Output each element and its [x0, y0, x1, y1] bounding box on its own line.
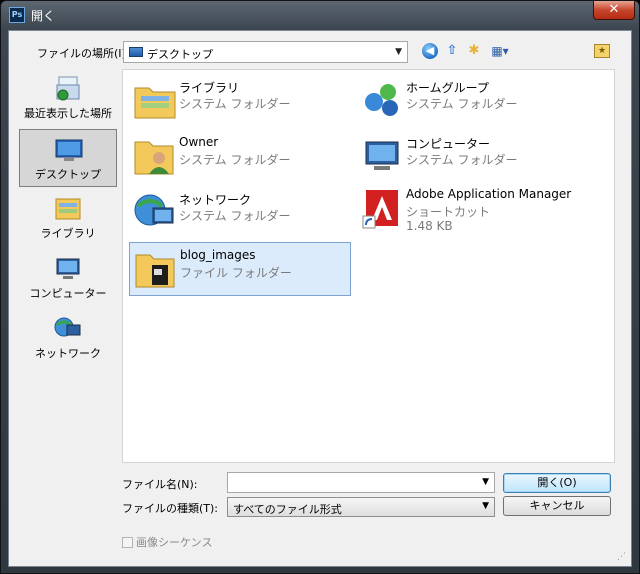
- photoshop-app-icon: Ps: [9, 7, 25, 23]
- computer-icon: [365, 141, 399, 170]
- up-folder-icon[interactable]: ⇧: [443, 42, 461, 60]
- file-name-label: ファイル名(N):: [122, 478, 198, 491]
- chevron-down-icon: ▼: [482, 501, 489, 511]
- file-item-homegroup[interactable]: ホームグループ システム フォルダー: [356, 74, 578, 128]
- file-list[interactable]: ライブラリ システム フォルダー ホームグループ システム フォルダー Owne…: [122, 69, 615, 463]
- dialog-client-area: ファイルの場所(I): デスクトップ ▼ ◀ ⇧ ✱ ▦▾ ★ 最近表示した場所: [8, 30, 632, 567]
- place-libraries[interactable]: ライブラリ: [19, 189, 117, 247]
- image-sequence-label: 画像シーケンス: [136, 536, 213, 549]
- file-type-label: ファイルの種類(T):: [122, 502, 219, 515]
- folder-star-icon[interactable]: ★: [594, 44, 610, 58]
- places-bar: 最近表示した場所 デスクトップ ライブラリ コンピューター ネットワーク: [19, 69, 117, 507]
- open-button[interactable]: 開く(O): [503, 473, 611, 493]
- network-icon: [134, 194, 174, 226]
- resize-grip-icon[interactable]: ⋰: [617, 552, 629, 564]
- network-icon: [54, 317, 81, 337]
- computer-icon: [56, 258, 80, 279]
- recent-places-icon: [56, 76, 80, 101]
- window-title: 開く: [31, 9, 56, 23]
- image-sequence-option[interactable]: 画像シーケンス: [122, 534, 212, 550]
- desktop-icon: [129, 47, 143, 57]
- place-network[interactable]: ネットワーク: [19, 309, 117, 367]
- adobe-shortcut-icon: [362, 190, 398, 229]
- chevron-down-icon: ▼: [395, 47, 402, 57]
- file-name-input[interactable]: ▼: [227, 472, 495, 493]
- chevron-down-icon[interactable]: ▼: [482, 477, 489, 487]
- file-type-dropdown[interactable]: すべてのファイル形式 ▼: [227, 497, 495, 517]
- look-in-label: ファイルの場所(I):: [37, 47, 130, 60]
- place-recent[interactable]: 最近表示した場所: [19, 69, 117, 127]
- open-dialog-window: Ps 開く ✕ ファイルの場所(I): デスクトップ ▼ ◀ ⇧ ✱ ▦▾ ★ …: [0, 0, 640, 574]
- close-button[interactable]: ✕: [593, 1, 635, 20]
- homegroup-icon: [365, 84, 398, 116]
- place-desktop[interactable]: デスクトップ: [19, 129, 117, 187]
- place-computer[interactable]: コンピューター: [19, 249, 117, 307]
- libraries-icon: [55, 198, 81, 220]
- title-bar[interactable]: Ps 開く ✕: [1, 1, 639, 29]
- file-item-owner[interactable]: Owner システム フォルダー: [129, 130, 351, 184]
- image-sequence-checkbox[interactable]: [122, 537, 133, 548]
- file-item-computer[interactable]: コンピューター システム フォルダー: [356, 130, 578, 184]
- cancel-button[interactable]: キャンセル: [503, 496, 611, 516]
- new-folder-icon[interactable]: ✱: [465, 42, 483, 60]
- folder-icon: [135, 254, 175, 288]
- desktop-icon: [55, 139, 83, 161]
- look-in-dropdown[interactable]: デスクトップ ▼: [123, 41, 408, 63]
- file-type-value: すべてのファイル形式: [233, 503, 342, 516]
- look-in-value: デスクトップ: [147, 48, 213, 61]
- user-folder-icon: [134, 141, 174, 175]
- back-icon[interactable]: ◀: [422, 43, 438, 59]
- file-item-blog-images[interactable]: blog_images ファイル フォルダー: [129, 242, 351, 296]
- file-item-adobe-application-manager[interactable]: Adobe Application Manager ショートカット 1.48 K…: [356, 182, 578, 236]
- file-item-libraries[interactable]: ライブラリ システム フォルダー: [129, 74, 351, 128]
- file-item-network[interactable]: ネットワーク システム フォルダー: [129, 186, 351, 240]
- view-menu-icon[interactable]: ▦▾: [487, 42, 513, 60]
- libraries-folder-icon: [134, 87, 176, 119]
